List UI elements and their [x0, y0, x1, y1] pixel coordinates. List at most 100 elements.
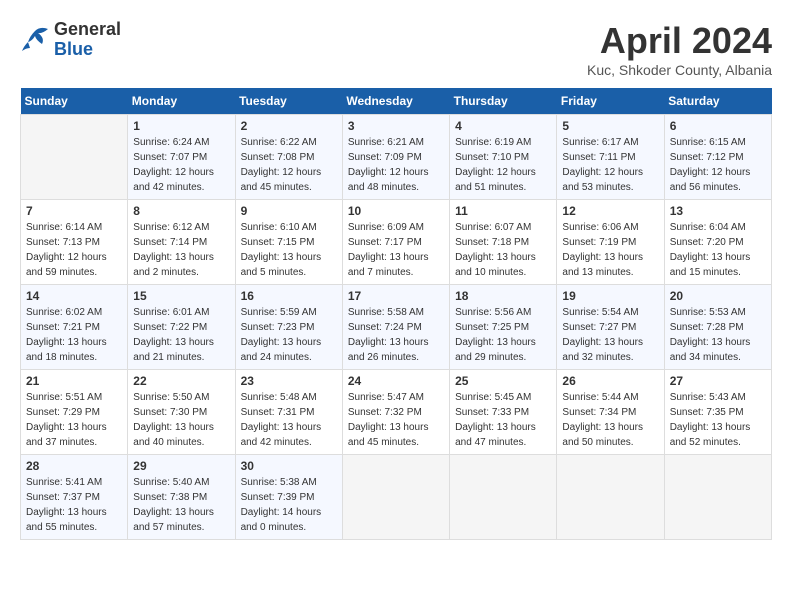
- calendar-day-cell: 2 Sunrise: 6:22 AMSunset: 7:08 PMDaylight…: [235, 115, 342, 200]
- day-info: Sunrise: 5:38 AMSunset: 7:39 PMDaylight:…: [241, 475, 337, 535]
- day-number: 29: [133, 459, 229, 473]
- calendar-day-cell: [450, 455, 557, 540]
- day-number: 14: [26, 289, 122, 303]
- calendar-day-cell: [342, 455, 449, 540]
- calendar-day-cell: 6 Sunrise: 6:15 AMSunset: 7:12 PMDaylight…: [664, 115, 771, 200]
- day-number: 26: [562, 374, 658, 388]
- day-info: Sunrise: 5:47 AMSunset: 7:32 PMDaylight:…: [348, 390, 444, 450]
- weekday-header-saturday: Saturday: [664, 88, 771, 115]
- calendar-day-cell: 5 Sunrise: 6:17 AMSunset: 7:11 PMDaylight…: [557, 115, 664, 200]
- calendar-day-cell: 20 Sunrise: 5:53 AMSunset: 7:28 PMDayligh…: [664, 285, 771, 370]
- day-number: 11: [455, 204, 551, 218]
- calendar-week-row: 28 Sunrise: 5:41 AMSunset: 7:37 PMDayligh…: [21, 455, 772, 540]
- calendar-body: 1 Sunrise: 6:24 AMSunset: 7:07 PMDaylight…: [21, 115, 772, 540]
- day-info: Sunrise: 6:06 AMSunset: 7:19 PMDaylight:…: [562, 220, 658, 280]
- calendar-day-cell: 4Sunrise: 6:19 AMSunset: 7:10 PMDaylight…: [450, 115, 557, 200]
- day-number: 6: [670, 119, 766, 133]
- calendar-day-cell: 28 Sunrise: 5:41 AMSunset: 7:37 PMDayligh…: [21, 455, 128, 540]
- day-info: Sunrise: 6:10 AMSunset: 7:15 PMDaylight:…: [241, 220, 337, 280]
- day-number: 4: [455, 119, 551, 133]
- calendar-day-cell: 18 Sunrise: 5:56 AMSunset: 7:25 PMDayligh…: [450, 285, 557, 370]
- calendar-day-cell: 30 Sunrise: 5:38 AMSunset: 7:39 PMDayligh…: [235, 455, 342, 540]
- logo-general: General: [54, 20, 121, 40]
- calendar-day-cell: 26 Sunrise: 5:44 AMSunset: 7:34 PMDayligh…: [557, 370, 664, 455]
- day-info: Sunrise: 5:40 AMSunset: 7:38 PMDaylight:…: [133, 475, 229, 535]
- calendar-week-row: 1 Sunrise: 6:24 AMSunset: 7:07 PMDaylight…: [21, 115, 772, 200]
- day-number: 3: [348, 119, 444, 133]
- day-info: Sunrise: 6:15 AMSunset: 7:12 PMDaylight:…: [670, 135, 766, 195]
- day-number: 19: [562, 289, 658, 303]
- day-info: Sunrise: 5:53 AMSunset: 7:28 PMDaylight:…: [670, 305, 766, 365]
- weekday-header-friday: Friday: [557, 88, 664, 115]
- calendar-day-cell: 11Sunrise: 6:07 AMSunset: 7:18 PMDayligh…: [450, 200, 557, 285]
- day-info: Sunrise: 6:24 AMSunset: 7:07 PMDaylight:…: [133, 135, 229, 195]
- calendar-day-cell: 29 Sunrise: 5:40 AMSunset: 7:38 PMDayligh…: [128, 455, 235, 540]
- day-info: Sunrise: 5:56 AMSunset: 7:25 PMDaylight:…: [455, 305, 551, 365]
- day-info: Sunrise: 6:22 AMSunset: 7:08 PMDaylight:…: [241, 135, 337, 195]
- day-number: 15: [133, 289, 229, 303]
- day-number: 1: [133, 119, 229, 133]
- calendar-day-cell: 3Sunrise: 6:21 AMSunset: 7:09 PMDaylight…: [342, 115, 449, 200]
- logo-bird-icon: [20, 26, 50, 54]
- day-info: Sunrise: 5:44 AMSunset: 7:34 PMDaylight:…: [562, 390, 658, 450]
- day-info: Sunrise: 6:12 AMSunset: 7:14 PMDaylight:…: [133, 220, 229, 280]
- weekday-header-tuesday: Tuesday: [235, 88, 342, 115]
- day-info: Sunrise: 5:41 AMSunset: 7:37 PMDaylight:…: [26, 475, 122, 535]
- calendar-day-cell: 14 Sunrise: 6:02 AMSunset: 7:21 PMDayligh…: [21, 285, 128, 370]
- calendar-day-cell: [21, 115, 128, 200]
- day-info: Sunrise: 5:59 AMSunset: 7:23 PMDaylight:…: [241, 305, 337, 365]
- day-number: 22: [133, 374, 229, 388]
- calendar-day-cell: 13 Sunrise: 6:04 AMSunset: 7:20 PMDayligh…: [664, 200, 771, 285]
- day-info: Sunrise: 5:45 AMSunset: 7:33 PMDaylight:…: [455, 390, 551, 450]
- day-number: 28: [26, 459, 122, 473]
- calendar-day-cell: [557, 455, 664, 540]
- day-info: Sunrise: 6:04 AMSunset: 7:20 PMDaylight:…: [670, 220, 766, 280]
- calendar-day-cell: 15 Sunrise: 6:01 AMSunset: 7:22 PMDayligh…: [128, 285, 235, 370]
- day-info: Sunrise: 5:54 AMSunset: 7:27 PMDaylight:…: [562, 305, 658, 365]
- day-number: 20: [670, 289, 766, 303]
- day-number: 24: [348, 374, 444, 388]
- day-number: 23: [241, 374, 337, 388]
- calendar-week-row: 7 Sunrise: 6:14 AMSunset: 7:13 PMDaylight…: [21, 200, 772, 285]
- day-number: 18: [455, 289, 551, 303]
- location: Kuc, Shkoder County, Albania: [587, 62, 772, 78]
- calendar-day-cell: 9 Sunrise: 6:10 AMSunset: 7:15 PMDaylight…: [235, 200, 342, 285]
- day-number: 5: [562, 119, 658, 133]
- page-header: General Blue April 2024 Kuc, Shkoder Cou…: [20, 20, 772, 78]
- day-number: 13: [670, 204, 766, 218]
- weekday-header-monday: Monday: [128, 88, 235, 115]
- day-info: Sunrise: 6:01 AMSunset: 7:22 PMDaylight:…: [133, 305, 229, 365]
- day-number: 27: [670, 374, 766, 388]
- day-number: 7: [26, 204, 122, 218]
- day-number: 10: [348, 204, 444, 218]
- month-title: April 2024: [587, 20, 772, 62]
- day-info: Sunrise: 6:09 AMSunset: 7:17 PMDaylight:…: [348, 220, 444, 280]
- day-info: Sunrise: 6:17 AMSunset: 7:11 PMDaylight:…: [562, 135, 658, 195]
- logo-text: General Blue: [54, 20, 121, 60]
- logo-blue: Blue: [54, 40, 121, 60]
- calendar-day-cell: 19 Sunrise: 5:54 AMSunset: 7:27 PMDayligh…: [557, 285, 664, 370]
- day-number: 17: [348, 289, 444, 303]
- day-number: 21: [26, 374, 122, 388]
- day-info: Sunrise: 5:43 AMSunset: 7:35 PMDaylight:…: [670, 390, 766, 450]
- weekday-header-sunday: Sunday: [21, 88, 128, 115]
- calendar-table: SundayMondayTuesdayWednesdayThursdayFrid…: [20, 88, 772, 540]
- day-number: 2: [241, 119, 337, 133]
- day-info: Sunrise: 5:58 AMSunset: 7:24 PMDaylight:…: [348, 305, 444, 365]
- day-number: 12: [562, 204, 658, 218]
- weekday-header-row: SundayMondayTuesdayWednesdayThursdayFrid…: [21, 88, 772, 115]
- day-number: 16: [241, 289, 337, 303]
- calendar-day-cell: 10 Sunrise: 6:09 AMSunset: 7:17 PMDayligh…: [342, 200, 449, 285]
- day-info: Sunrise: 6:14 AMSunset: 7:13 PMDaylight:…: [26, 220, 122, 280]
- logo: General Blue: [20, 20, 121, 60]
- calendar-day-cell: 21Sunrise: 5:51 AMSunset: 7:29 PMDayligh…: [21, 370, 128, 455]
- day-number: 8: [133, 204, 229, 218]
- day-info: Sunrise: 6:02 AMSunset: 7:21 PMDaylight:…: [26, 305, 122, 365]
- calendar-day-cell: 8 Sunrise: 6:12 AMSunset: 7:14 PMDaylight…: [128, 200, 235, 285]
- calendar-week-row: 14 Sunrise: 6:02 AMSunset: 7:21 PMDayligh…: [21, 285, 772, 370]
- day-number: 30: [241, 459, 337, 473]
- weekday-header-thursday: Thursday: [450, 88, 557, 115]
- day-number: 9: [241, 204, 337, 218]
- day-info: Sunrise: 5:48 AMSunset: 7:31 PMDaylight:…: [241, 390, 337, 450]
- calendar-day-cell: 1 Sunrise: 6:24 AMSunset: 7:07 PMDaylight…: [128, 115, 235, 200]
